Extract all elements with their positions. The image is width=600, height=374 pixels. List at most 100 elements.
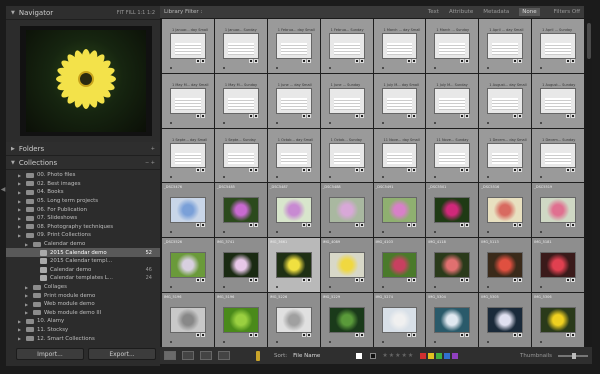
badge-icon[interactable]: [513, 332, 518, 337]
badge-icon[interactable]: [195, 58, 200, 63]
folders-header[interactable]: ▶ Folders +: [6, 142, 160, 156]
thumbnail-badges[interactable]: [301, 223, 311, 228]
flag-dot-icon[interactable]: [222, 121, 225, 124]
collection-item[interactable]: ▶ 04. Books: [6, 188, 160, 197]
flag-dot-icon[interactable]: [487, 286, 490, 289]
collection-item[interactable]: ▶ 08. Photography techniques: [6, 223, 160, 232]
badge-icon[interactable]: [518, 58, 523, 63]
collections-add-remove-icons[interactable]: − +: [145, 160, 155, 166]
painter-icon[interactable]: [256, 350, 260, 361]
badge-icon[interactable]: [571, 278, 575, 283]
flag-dot-icon[interactable]: [381, 286, 384, 289]
grid-thumbnail-cell[interactable]: 1 August... Sunday: [532, 73, 584, 128]
badge-icon[interactable]: [195, 223, 200, 228]
thumbnail-badges[interactable]: [195, 278, 205, 283]
thumbnail-badges[interactable]: [566, 113, 575, 118]
grid-thumbnail-cell[interactable]: IMG_5274: [373, 293, 426, 347]
disclosure-triangle-icon[interactable]: ▶: [25, 310, 33, 315]
thumbnail-badges[interactable]: [566, 278, 575, 283]
thumbnail-badges[interactable]: [354, 113, 364, 118]
flag-dot-icon[interactable]: [434, 340, 437, 343]
badge-icon[interactable]: [253, 113, 258, 118]
thumbnail-badges[interactable]: [407, 58, 417, 63]
badge-icon[interactable]: [195, 278, 200, 283]
flag-dot-icon[interactable]: [540, 66, 543, 69]
filter-metadata[interactable]: Metadata: [483, 9, 509, 15]
grid-thumbnail-cell[interactable]: IMG_3741: [214, 238, 267, 293]
collection-item[interactable]: ▶ Web module demo: [6, 300, 160, 309]
collection-item[interactable]: Calendar demo 46: [6, 266, 160, 275]
badge-icon[interactable]: [407, 332, 412, 337]
color-label-swatch[interactable]: [428, 352, 435, 359]
grid-thumbnail-cell[interactable]: IMG_5229: [320, 293, 373, 347]
badge-icon[interactable]: [359, 278, 364, 283]
filter-attribute[interactable]: Attribute: [449, 9, 473, 15]
badge-icon[interactable]: [248, 113, 253, 118]
flag-dot-icon[interactable]: [487, 66, 490, 69]
grid-thumbnail-cell[interactable]: 11 Nove... day Small: [373, 128, 426, 183]
navigator-zoom-options[interactable]: FIT FILL 1:1 1:2: [117, 10, 155, 16]
thumbnail-badges[interactable]: [513, 278, 523, 283]
collections-header[interactable]: ▼ Collections − +: [6, 156, 160, 170]
grid-thumbnail-cell[interactable]: IMG_5226: [267, 293, 320, 347]
grid-thumbnail-cell[interactable]: _DSC5491: [373, 183, 426, 238]
badge-icon[interactable]: [513, 58, 518, 63]
thumbnail-badges[interactable]: [513, 113, 523, 118]
thumbnail-badges[interactable]: [354, 168, 364, 173]
flag-dot-icon[interactable]: [328, 66, 331, 69]
flag-dot-icon[interactable]: [540, 231, 543, 234]
navigator-header[interactable]: ▼ Navigator FIT FILL 1:1 1:2: [6, 6, 160, 20]
badge-icon[interactable]: [301, 168, 306, 173]
grid-thumbnail-cell[interactable]: 1 Februa... Sunday: [320, 19, 373, 73]
grid-thumbnail-cell[interactable]: IMG_5113: [479, 238, 532, 293]
badge-icon[interactable]: [571, 58, 575, 63]
badge-icon[interactable]: [354, 168, 359, 173]
thumbnail-badges[interactable]: [513, 168, 523, 173]
badge-icon[interactable]: [253, 168, 258, 173]
grid-thumbnail-cell[interactable]: 1 Februa... day Small: [267, 19, 320, 73]
badge-icon[interactable]: [248, 332, 253, 337]
flag-dot-icon[interactable]: [222, 286, 225, 289]
grid-thumbnail-cell[interactable]: IMG_5306: [532, 293, 584, 347]
badge-icon[interactable]: [301, 58, 306, 63]
thumbnail-badges[interactable]: [566, 168, 575, 173]
flag-dot-icon[interactable]: [222, 176, 225, 179]
color-label-swatch[interactable]: [444, 352, 451, 359]
grid-thumbnail-cell[interactable]: 1 Septe... Sunday: [214, 128, 267, 183]
badge-icon[interactable]: [301, 223, 306, 228]
collection-item[interactable]: Calendar templates L... 24: [6, 274, 160, 283]
disclosure-triangle-icon[interactable]: ▶: [25, 293, 33, 298]
collection-item[interactable]: ▶ 07. Slideshows: [6, 214, 160, 223]
thumbnail-badges[interactable]: [566, 58, 575, 63]
flag-dot-icon[interactable]: [381, 121, 384, 124]
badge-icon[interactable]: [354, 113, 359, 118]
grid-thumbnail-cell[interactable]: _DSC5526: [162, 238, 214, 293]
disclosure-triangle-icon[interactable]: ▶: [18, 327, 26, 332]
badge-icon[interactable]: [460, 278, 465, 283]
grid-thumbnail-cell[interactable]: 1 May M... day Small: [162, 73, 214, 128]
star-rating[interactable]: ★★★★★: [382, 352, 414, 359]
loupe-view-icon[interactable]: [182, 351, 194, 360]
badge-icon[interactable]: [407, 278, 412, 283]
thumbnail-badges[interactable]: [248, 278, 258, 283]
grid-thumbnail-cell[interactable]: 1 Decem... day Small: [479, 128, 532, 183]
badge-icon[interactable]: [306, 278, 311, 283]
badge-icon[interactable]: [566, 58, 570, 63]
badge-icon[interactable]: [518, 113, 523, 118]
grid-thumbnail-cell[interactable]: _DSC5485: [214, 183, 267, 238]
grid-thumbnail-cell[interactable]: IMG_4089: [320, 238, 373, 293]
collection-item[interactable]: ▶ Print module demo: [6, 291, 160, 300]
flag-dot-icon[interactable]: [222, 340, 225, 343]
zoom-1-2[interactable]: 1:2: [147, 10, 155, 16]
badge-icon[interactable]: [513, 113, 518, 118]
thumbnail-badges[interactable]: [195, 223, 205, 228]
badge-icon[interactable]: [359, 113, 364, 118]
badge-icon[interactable]: [248, 223, 253, 228]
grid-thumbnail-cell[interactable]: IMG_4103: [373, 238, 426, 293]
badge-icon[interactable]: [248, 58, 253, 63]
grid-thumbnail-cell[interactable]: _DSC5487: [267, 183, 320, 238]
import-button[interactable]: Import...: [16, 348, 84, 360]
badge-icon[interactable]: [306, 113, 311, 118]
grid-thumbnail-cell[interactable]: _DSC5476: [162, 183, 214, 238]
thumbnail-badges[interactable]: [301, 58, 311, 63]
